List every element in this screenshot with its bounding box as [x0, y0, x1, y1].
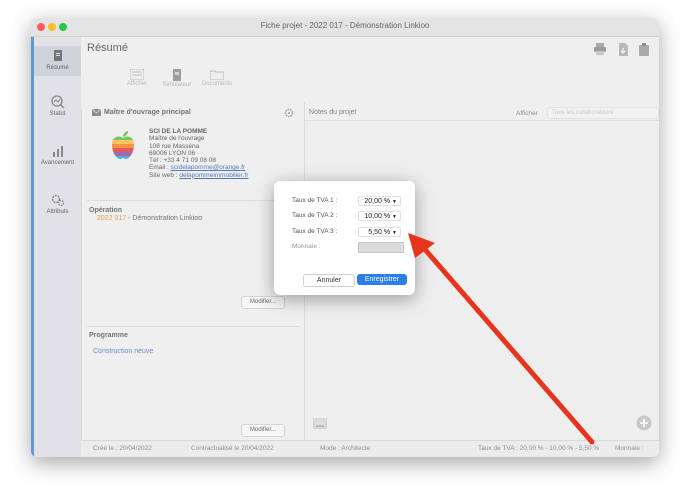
- sidebar-item-label: Attributs: [46, 209, 69, 215]
- chart-magnifier-icon: [50, 95, 65, 109]
- window-title: Fiche projet - 2022 017 - Démonstration …: [260, 21, 430, 30]
- sidebar-item-label: Avancement: [40, 160, 75, 166]
- sidebar-item-attributs[interactable]: Attributs: [34, 193, 81, 215]
- bar-chart-icon: [52, 146, 63, 157]
- sidebar: Résumé Statut Avancement Attributs: [31, 37, 82, 457]
- sidebar-item-label: Statut: [49, 111, 66, 117]
- sidebar-item-avancement[interactable]: Avancement: [34, 144, 81, 166]
- sidebar-item-resume[interactable]: Résumé: [34, 46, 81, 76]
- save-button[interactable]: Enregistrer: [357, 274, 407, 285]
- title-bar: Fiche projet - 2022 017 - Démonstration …: [31, 18, 659, 37]
- cancel-button[interactable]: Annuler: [303, 274, 355, 287]
- sidebar-item-statut[interactable]: Statut: [34, 95, 81, 117]
- tva3-value: 5,50 %: [368, 229, 391, 236]
- tva2-label: Taux de TVA 2 :: [292, 212, 338, 219]
- sidebar-item-label: Résumé: [46, 65, 69, 71]
- monnaie-field: [358, 242, 404, 253]
- tva-dialog: Taux de TVA 1 : 20,00 % ▼ Taux de TVA 2 :…: [274, 181, 415, 295]
- tva1-label: Taux de TVA 1 :: [292, 197, 338, 204]
- tva2-select[interactable]: 10,00 % ▼: [358, 211, 401, 221]
- tva1-select[interactable]: 20,00 % ▼: [358, 196, 401, 206]
- tva3-select[interactable]: 5,50 % ▼: [358, 227, 401, 237]
- tva2-value: 10,00 %: [364, 213, 391, 220]
- document-icon: [53, 50, 62, 61]
- chevron-down-icon: ▼: [392, 214, 397, 220]
- tva1-value: 20,00 %: [364, 198, 391, 205]
- chevron-down-icon: ▼: [392, 199, 397, 205]
- monnaie-label: Monnaie :: [292, 243, 321, 250]
- tva3-label: Taux de TVA 3 :: [292, 228, 338, 235]
- chevron-down-icon: ▼: [392, 230, 397, 236]
- gears-icon: [51, 194, 64, 207]
